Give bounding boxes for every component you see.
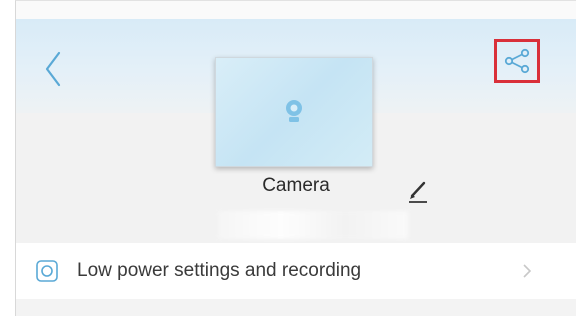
camera-icon [286, 100, 302, 122]
app-screen: Camera Low power settings and recording [15, 0, 576, 316]
device-name-row: Camera [16, 173, 576, 209]
chevron-right-icon [523, 264, 532, 278]
top-strip [16, 1, 576, 19]
chevron-left-icon [45, 51, 61, 87]
share-icon [504, 48, 530, 74]
device-thumbnail[interactable] [215, 57, 373, 167]
pencil-icon [409, 181, 427, 203]
next-section-background [16, 299, 576, 316]
device-name: Camera [262, 175, 330, 196]
settings-ring-icon [36, 260, 58, 282]
edit-name-button[interactable] [405, 177, 431, 205]
back-button[interactable] [38, 47, 68, 91]
settings-item-label: Low power settings and recording [77, 260, 362, 281]
share-button[interactable] [494, 39, 540, 83]
redacted-device-id [218, 211, 408, 239]
low-power-settings-item[interactable]: Low power settings and recording [16, 243, 576, 299]
